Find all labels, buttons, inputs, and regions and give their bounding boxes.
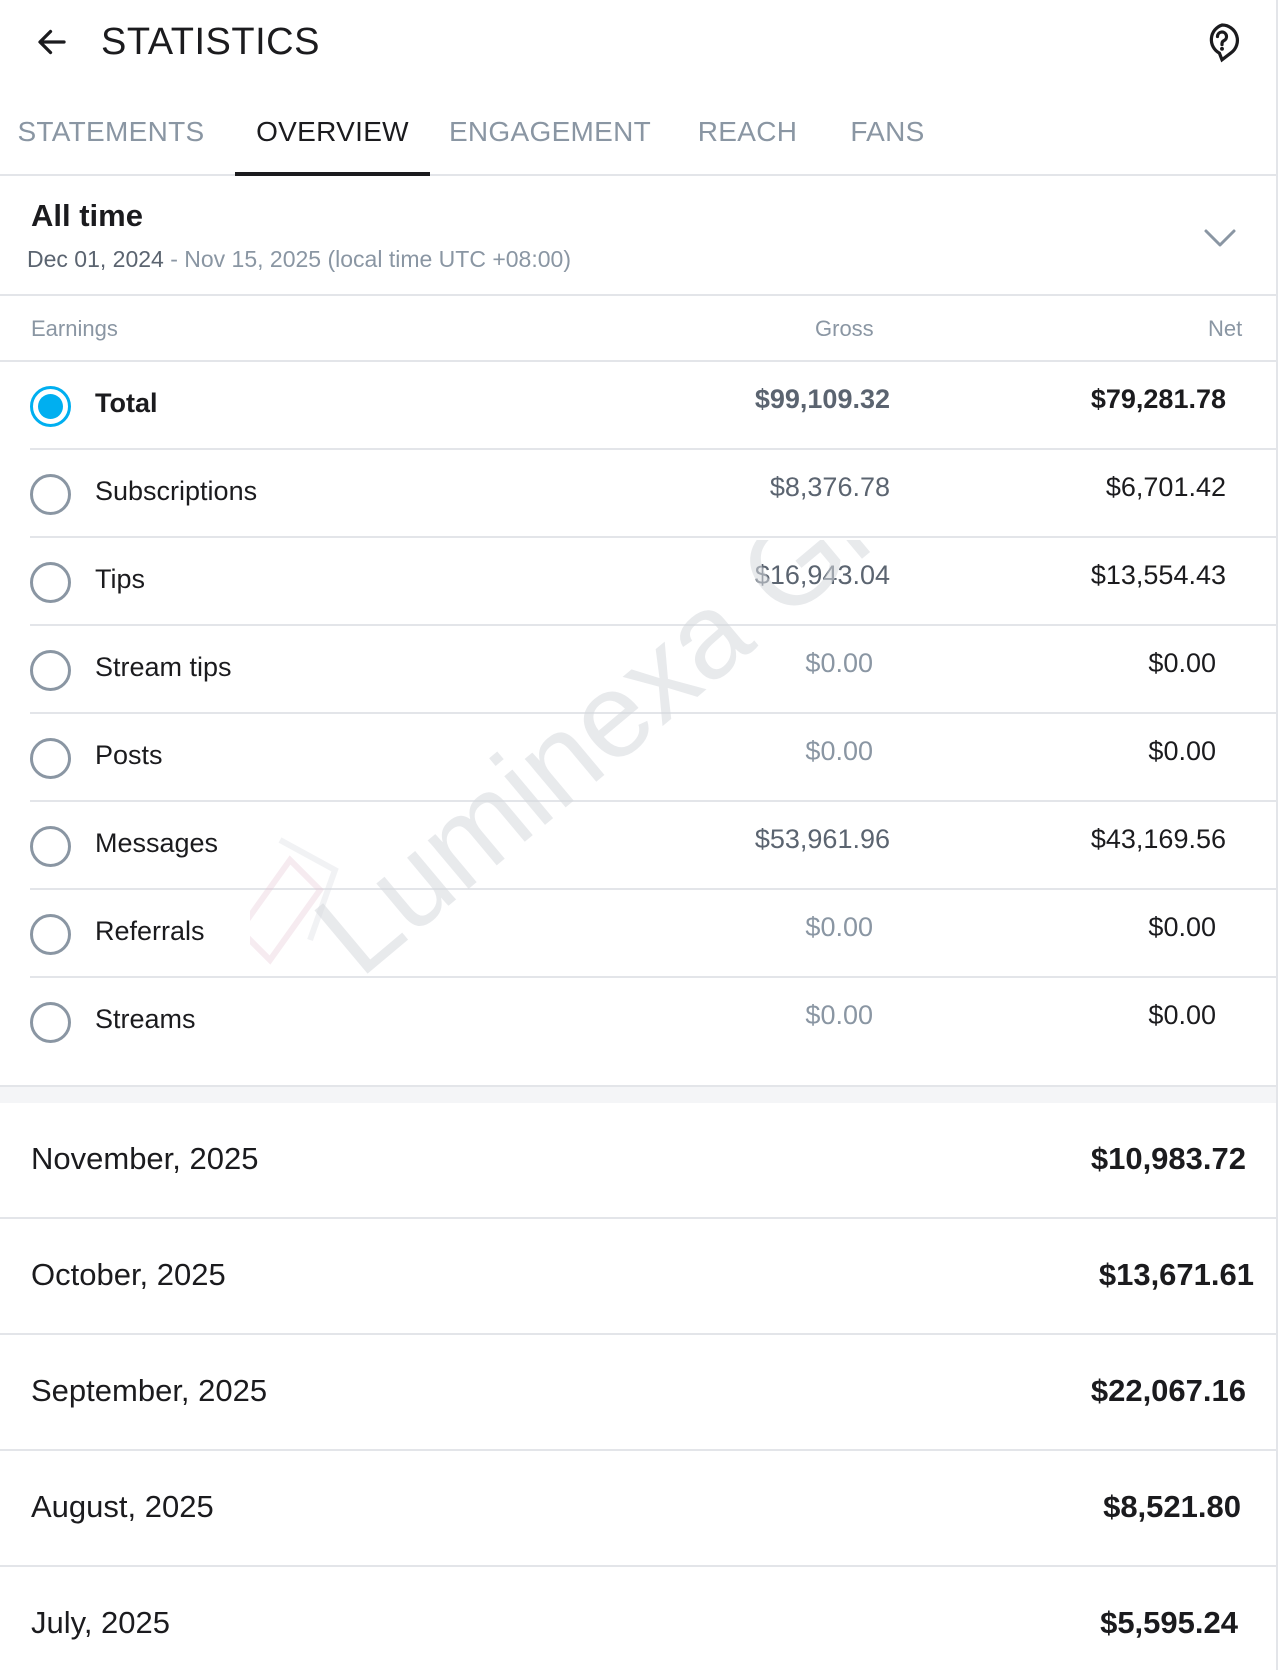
row-label: Messages — [95, 828, 219, 858]
month-value: $13,671.61 — [1098, 1257, 1254, 1292]
radio-button[interactable] — [30, 474, 71, 515]
radio-button[interactable] — [30, 386, 71, 427]
column-net: Net — [1208, 316, 1243, 341]
earnings-row-tips[interactable]: Tips $16,943.04 $13,554.43 — [30, 538, 1278, 626]
radio-button[interactable] — [30, 914, 71, 955]
tab-label: ENGAGEMENT — [448, 116, 652, 147]
earnings-row-stream-tips[interactable]: Stream tips $0.00 $0.00 — [30, 626, 1278, 714]
column-gross: Gross — [815, 316, 874, 341]
month-label: July, 2025 — [31, 1605, 171, 1640]
tab-label: OVERVIEW — [256, 116, 409, 147]
period-label: All time — [31, 198, 143, 233]
row-gross: $53,961.96 — [754, 824, 890, 854]
page-title: STATISTICS — [101, 21, 320, 63]
earnings-table-header: Earnings Gross Net — [0, 296, 1276, 362]
row-label: Referrals — [95, 916, 205, 946]
row-net: $0.00 — [1148, 1000, 1216, 1030]
month-label: November, 2025 — [31, 1141, 259, 1176]
row-label: Streams — [95, 1004, 196, 1034]
row-label: Tips — [95, 564, 146, 594]
tab-label: FANS — [850, 116, 925, 147]
row-net: $13,554.43 — [1090, 560, 1226, 590]
month-value: $5,595.24 — [1100, 1605, 1238, 1640]
row-gross: $0.00 — [805, 648, 873, 678]
month-label: October, 2025 — [31, 1257, 226, 1292]
top-bar: STATISTICS — [0, 0, 1276, 82]
month-row-july[interactable]: July, 2025 $5,595.24 — [0, 1567, 1276, 1670]
radio-button[interactable] — [30, 826, 71, 867]
month-label: August, 2025 — [31, 1489, 214, 1524]
row-gross: $0.00 — [805, 912, 873, 942]
section-divider — [0, 1085, 1276, 1103]
earnings-row-streams[interactable]: Streams $0.00 $0.00 — [30, 978, 1278, 1066]
radio-button[interactable] — [30, 1002, 71, 1043]
earnings-row-posts[interactable]: Posts $0.00 $0.00 — [30, 714, 1278, 802]
month-row-october[interactable]: October, 2025 $13,671.61 — [0, 1219, 1276, 1335]
tab-bar: STATEMENTS OVERVIEW ENGAGEMENT REACH FAN… — [0, 92, 1276, 176]
tab-label: STATEMENTS — [17, 116, 205, 147]
tab-label: REACH — [697, 116, 798, 147]
row-net: $0.00 — [1148, 648, 1216, 678]
month-value: $8,521.80 — [1103, 1489, 1241, 1524]
period-selector[interactable]: All time Dec 01, 2024 - Nov 15, 2025 (lo… — [0, 176, 1276, 296]
row-gross: $0.00 — [805, 736, 873, 766]
earnings-row-messages[interactable]: Messages $53,961.96 $43,169.56 — [30, 802, 1278, 890]
radio-button[interactable] — [30, 562, 71, 603]
row-label: Posts — [95, 740, 163, 770]
arrow-left-icon — [38, 29, 66, 55]
period-range: Dec 01, 2024 - Nov 15, 2025 (local time … — [27, 246, 571, 273]
earnings-row-total[interactable]: Total $99,109.32 $79,281.78 — [30, 362, 1278, 450]
month-row-september[interactable]: September, 2025 $22,067.16 — [0, 1335, 1276, 1451]
row-gross: $99,109.32 — [754, 384, 890, 414]
month-value: $22,067.16 — [1090, 1373, 1246, 1408]
row-label: Stream tips — [95, 652, 232, 682]
tab-statements[interactable]: STATEMENTS — [16, 92, 206, 176]
month-label: September, 2025 — [31, 1373, 268, 1408]
period-range-rest: - Nov 15, 2025 (local time UTC +08:00) — [163, 246, 571, 272]
tab-engagement[interactable]: ENGAGEMENT — [448, 92, 652, 176]
radio-button[interactable] — [30, 738, 71, 779]
row-label: Subscriptions — [95, 476, 258, 506]
tab-overview[interactable]: OVERVIEW — [235, 92, 430, 176]
row-net: $6,701.42 — [1105, 472, 1226, 502]
column-earnings: Earnings — [31, 316, 118, 341]
row-net: $79,281.78 — [1090, 384, 1226, 414]
statistics-screen: STATISTICS STATEMENTS OVERVIEW ENGAGEMEN… — [0, 0, 1278, 1670]
question-circle-icon — [1209, 23, 1239, 63]
back-button[interactable] — [30, 20, 74, 64]
earnings-row-subscriptions[interactable]: Subscriptions $8,376.78 $6,701.42 — [30, 450, 1278, 538]
period-start-date: Dec 01, 2024 — [27, 246, 164, 272]
radio-button[interactable] — [30, 650, 71, 691]
help-button[interactable] — [1198, 18, 1246, 66]
earnings-row-referrals[interactable]: Referrals $0.00 $0.00 — [30, 890, 1278, 978]
row-net: $0.00 — [1148, 736, 1216, 766]
tab-fans[interactable]: FANS — [840, 92, 935, 176]
tab-reach[interactable]: REACH — [690, 92, 805, 176]
row-net: $43,169.56 — [1090, 824, 1226, 854]
month-row-august[interactable]: August, 2025 $8,521.80 — [0, 1451, 1276, 1567]
chevron-down-icon[interactable] — [1200, 218, 1240, 258]
month-row-november[interactable]: November, 2025 $10,983.72 — [0, 1103, 1276, 1219]
row-gross: $8,376.78 — [769, 472, 890, 502]
row-gross: $0.00 — [805, 1000, 873, 1030]
month-value: $10,983.72 — [1090, 1141, 1246, 1176]
row-net: $0.00 — [1148, 912, 1216, 942]
row-label: Total — [95, 388, 158, 418]
row-gross: $16,943.04 — [754, 560, 890, 590]
